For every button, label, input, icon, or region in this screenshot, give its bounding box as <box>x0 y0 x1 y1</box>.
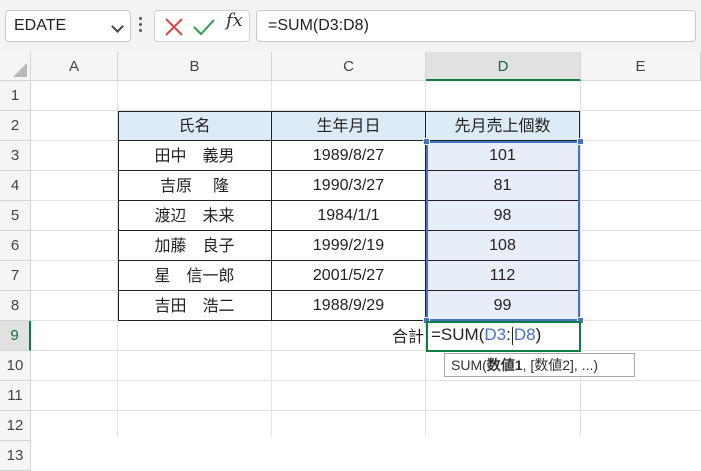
table-header-birth[interactable]: 生年月日 <box>272 111 426 141</box>
cell-sales[interactable]: 99 <box>426 291 580 321</box>
column-header-a[interactable]: A <box>31 52 118 81</box>
cell-name[interactable]: 田中 義男 <box>118 141 272 171</box>
cell-name[interactable]: 吉田 浩二 <box>118 291 272 321</box>
row-header-13[interactable]: 13 <box>0 441 31 471</box>
row-header-6[interactable]: 6 <box>0 231 31 261</box>
cell-birth[interactable]: 1990/3/27 <box>272 171 426 201</box>
cell-birth[interactable]: 1984/1/1 <box>272 201 426 231</box>
cell-name[interactable]: 吉原 隆 <box>118 171 272 201</box>
row-header-7[interactable]: 7 <box>0 261 31 291</box>
formula-bar: EDATE fx =SUM(D3:D8) <box>0 0 701 52</box>
gridline <box>31 350 701 351</box>
name-box-value: EDATE <box>14 17 67 34</box>
row-header-2[interactable]: 2 <box>0 111 31 141</box>
cell-name[interactable]: 星 信一郎 <box>118 261 272 291</box>
cell-name[interactable]: 加藤 良子 <box>118 231 272 261</box>
active-cell-d9[interactable]: =SUM(D3: D8) <box>426 321 581 352</box>
cell-birth[interactable]: 1988/9/29 <box>272 291 426 321</box>
row-header-4[interactable]: 4 <box>0 171 31 201</box>
cell-name[interactable]: 渡辺 未来 <box>118 201 272 231</box>
chevron-down-icon[interactable] <box>111 20 124 33</box>
cell-sales[interactable]: 98 <box>426 201 580 231</box>
active-cell-formula: =SUM(D3: D8) <box>431 325 542 345</box>
gridline <box>580 81 581 436</box>
row-header-5[interactable]: 5 <box>0 201 31 231</box>
cell-sales[interactable]: 108 <box>426 231 580 261</box>
cell-sales[interactable]: 81 <box>426 171 580 201</box>
gridline <box>31 380 701 381</box>
select-all-corner[interactable] <box>0 52 31 81</box>
cell-birth[interactable]: 1999/2/19 <box>272 231 426 261</box>
table-header-sales[interactable]: 先月売上個数 <box>426 111 580 141</box>
row-header-3[interactable]: 3 <box>0 141 31 171</box>
more-vertical-icon[interactable] <box>139 17 143 35</box>
close-x-icon[interactable] <box>161 15 187 39</box>
formula-text: =SUM(D3:D8) <box>268 17 369 34</box>
fx-icon[interactable]: fx <box>226 10 243 31</box>
cell-sales[interactable]: 101 <box>426 141 580 171</box>
column-header-c[interactable]: C <box>272 52 426 81</box>
row-header-9[interactable]: 9 <box>0 321 31 351</box>
name-box[interactable]: EDATE <box>5 10 131 42</box>
row-header-10[interactable]: 10 <box>0 351 31 381</box>
range-handle[interactable] <box>577 138 584 145</box>
row-header-8[interactable]: 8 <box>0 291 31 321</box>
tooltip-arg-current: 数値1 <box>486 357 523 373</box>
cell-birth[interactable]: 2001/5/27 <box>272 261 426 291</box>
table-header-name[interactable]: 氏名 <box>118 111 272 141</box>
column-header-d[interactable]: D <box>426 52 581 81</box>
total-label[interactable]: 合計 <box>380 322 424 351</box>
column-header-b[interactable]: B <box>118 52 272 81</box>
row-header-11[interactable]: 11 <box>0 381 31 411</box>
checkmark-icon[interactable] <box>191 15 217 39</box>
row-header-12[interactable]: 12 <box>0 411 31 441</box>
formula-input[interactable]: =SUM(D3:D8) <box>256 10 696 42</box>
range-handle[interactable] <box>423 138 430 145</box>
column-header-e[interactable]: E <box>581 52 701 81</box>
cell-birth[interactable]: 1989/8/27 <box>272 141 426 171</box>
gridline <box>31 410 701 411</box>
cell-sales[interactable]: 112 <box>426 261 580 291</box>
function-tooltip[interactable]: SUM(数値1, [数値2], ...) <box>444 353 635 377</box>
row-header-1[interactable]: 1 <box>0 81 31 111</box>
